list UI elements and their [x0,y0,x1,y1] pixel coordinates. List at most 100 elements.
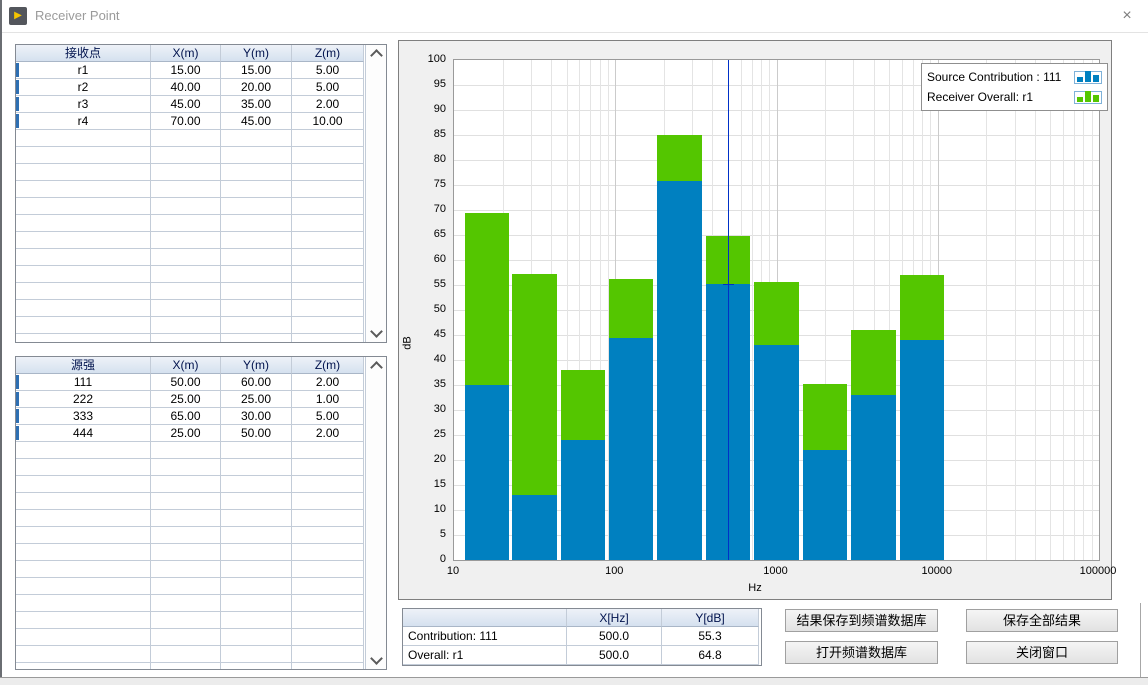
table-cell[interactable] [221,147,292,164]
table-cell[interactable] [292,181,364,198]
table-cell[interactable] [292,130,364,147]
table-cell[interactable] [16,215,151,232]
table-cell[interactable] [151,544,221,561]
table-cell[interactable]: 5.00 [292,62,364,79]
table-cell[interactable] [151,181,221,198]
table-cell[interactable] [16,130,151,147]
table-row[interactable]: 33365.0030.005.00 [16,408,366,425]
table-cell[interactable] [292,232,364,249]
table-cell[interactable] [16,476,151,493]
table-cell[interactable] [221,317,292,334]
table-cell[interactable] [292,510,364,527]
table-cell[interactable] [292,266,364,283]
table-cell[interactable]: 30.00 [221,408,292,425]
source-table-body[interactable]: 源强X(m)Y(m)Z(m)11150.0060.002.0022225.002… [16,357,366,669]
scroll-up-icon[interactable] [370,361,383,374]
table-cell[interactable] [221,215,292,232]
scroll-up-icon[interactable] [370,49,383,62]
table-cell[interactable]: 222 [16,391,151,408]
table-row[interactable] [16,578,366,595]
table-cell[interactable] [151,595,221,612]
table-cell[interactable] [221,629,292,646]
table-row[interactable]: r115.0015.005.00 [16,62,366,79]
table-cell[interactable] [292,476,364,493]
table-cell[interactable] [292,612,364,629]
open-spectrum-db-button[interactable]: 打开频谱数据库 [785,641,938,664]
table-cell[interactable] [292,459,364,476]
table-cell[interactable] [221,232,292,249]
table-cell[interactable] [16,663,151,669]
table-cell[interactable] [151,232,221,249]
table-cell[interactable]: r2 [16,79,151,96]
table-cell[interactable] [221,459,292,476]
legend-entry-overall[interactable]: Receiver Overall: r1 [927,87,1102,107]
cursor-crosshair[interactable] [723,284,734,285]
table-cell[interactable] [16,510,151,527]
table-cell[interactable] [292,663,364,669]
table-cell[interactable] [151,578,221,595]
table-cell[interactable]: 2.00 [292,374,364,391]
table-cell[interactable]: 20.00 [221,79,292,96]
table-cell[interactable] [16,629,151,646]
table-row[interactable] [16,527,366,544]
table-row[interactable] [16,442,366,459]
table-cell[interactable]: 25.00 [151,425,221,442]
table-cell[interactable]: 333 [16,408,151,425]
table-cell[interactable] [221,442,292,459]
table-cell[interactable] [221,476,292,493]
table-cell[interactable] [151,646,221,663]
save-all-results-button[interactable]: 保存全部结果 [966,609,1118,632]
table-row[interactable] [16,476,366,493]
source-table-scrollbar[interactable] [365,357,386,669]
table-row[interactable]: r470.0045.0010.00 [16,113,366,130]
table-cell[interactable] [292,215,364,232]
table-cell[interactable] [292,629,364,646]
table-row[interactable]: 22225.0025.001.00 [16,391,366,408]
table-row[interactable] [16,334,366,342]
table-cell[interactable] [221,510,292,527]
table-row[interactable] [16,646,366,663]
table-cell[interactable] [292,334,364,342]
receiver-table-body[interactable]: 接收点X(m)Y(m)Z(m)r115.0015.005.00r240.0020… [16,45,366,342]
table-row[interactable] [16,317,366,334]
table-cell[interactable] [292,527,364,544]
table-cell[interactable] [221,527,292,544]
close-window-button[interactable]: 关闭窗口 [966,641,1118,664]
cursor-line[interactable] [728,60,729,560]
plot-area[interactable] [453,59,1100,561]
table-row[interactable] [16,147,366,164]
table-cell[interactable] [221,595,292,612]
legend-entry-contribution[interactable]: Source Contribution : 111 [927,67,1102,87]
scroll-down-icon[interactable] [370,652,383,665]
table-cell[interactable] [16,147,151,164]
table-cell[interactable] [16,646,151,663]
table-row[interactable]: r240.0020.005.00 [16,79,366,96]
table-cell[interactable]: 25.00 [151,391,221,408]
table-cell[interactable] [221,646,292,663]
table-row[interactable] [16,232,366,249]
table-cell[interactable] [292,493,364,510]
table-row[interactable] [16,595,366,612]
table-cell[interactable] [16,595,151,612]
table-cell[interactable]: 45.00 [151,96,221,113]
table-cell[interactable] [151,317,221,334]
table-cell[interactable] [221,334,292,342]
table-cell[interactable] [221,198,292,215]
table-cell[interactable] [221,130,292,147]
table-cell[interactable] [151,476,221,493]
table-cell[interactable] [16,334,151,342]
table-row[interactable] [16,493,366,510]
table-cell[interactable] [151,147,221,164]
table-row[interactable] [16,561,366,578]
table-cell[interactable]: 50.00 [221,425,292,442]
table-cell[interactable]: 2.00 [292,425,364,442]
table-cell[interactable] [151,561,221,578]
table-cell[interactable] [292,249,364,266]
table-cell[interactable] [151,334,221,342]
table-cell[interactable] [292,147,364,164]
chart-legend[interactable]: Source Contribution : 111 Receiver Overa… [921,63,1108,111]
table-row[interactable] [16,266,366,283]
table-cell[interactable]: r1 [16,62,151,79]
table-cell[interactable]: r3 [16,96,151,113]
table-row[interactable] [16,459,366,476]
